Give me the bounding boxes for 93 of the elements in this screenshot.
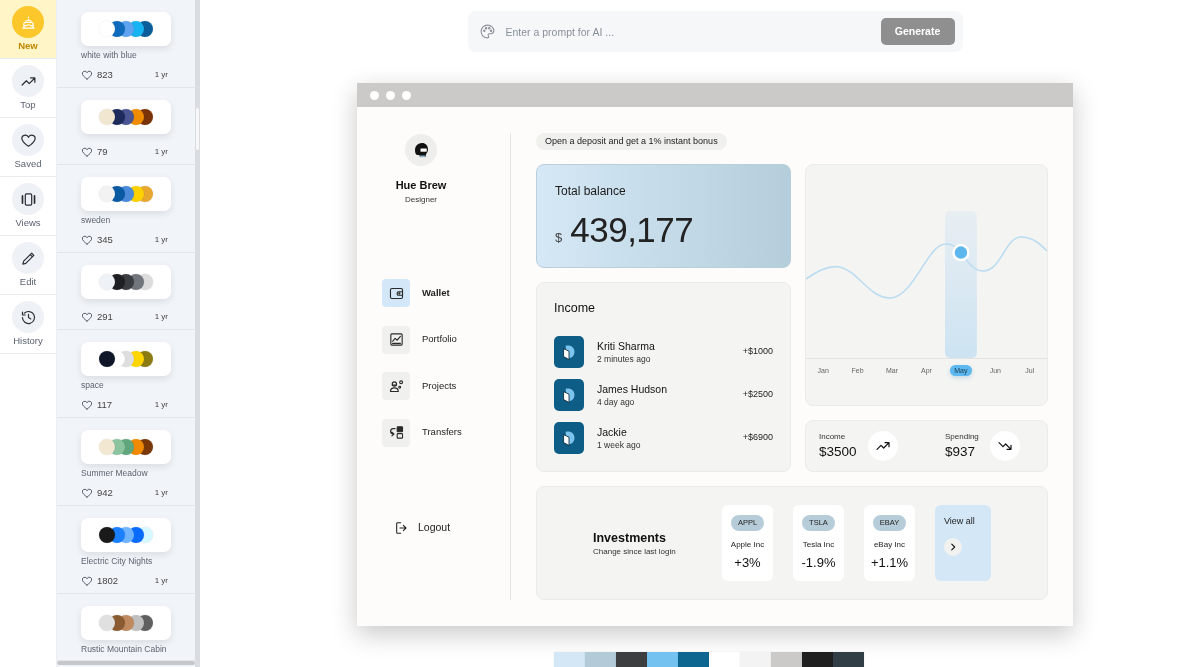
balance-title: Total balance <box>555 184 627 198</box>
wallet-icon <box>382 279 410 307</box>
stat-value: $3500 <box>819 444 857 460</box>
palette-card[interactable] <box>81 430 171 464</box>
logout-button[interactable]: Logout <box>394 519 451 536</box>
window-dot-icon <box>402 90 411 100</box>
like-count: 1802 <box>97 573 119 588</box>
palette-card[interactable] <box>81 100 171 134</box>
trend-up-icon <box>867 431 898 461</box>
palette-card[interactable] <box>81 265 171 299</box>
profile-role: Designer <box>405 195 437 205</box>
payment-amount: +$6900 <box>742 431 773 445</box>
carousel-icon <box>12 183 44 215</box>
menu-item[interactable]: Projects <box>382 372 457 400</box>
profile-name: Hue Brew <box>395 178 447 192</box>
prompt-input[interactable]: Enter a prompt for AI ... <box>505 23 881 40</box>
palette-name: sweden <box>81 214 112 227</box>
currency-symbol: $ <box>555 229 563 247</box>
like-count: 942 <box>97 485 113 500</box>
payment-amount: +$1000 <box>742 345 773 359</box>
payment-amount: +$2500 <box>742 388 773 402</box>
age-label: 1 yr <box>154 234 169 246</box>
window-dot-icon <box>386 90 395 100</box>
heart-icon[interactable] <box>81 311 93 323</box>
age-label: 1 yr <box>154 146 169 158</box>
age-label: 1 yr <box>154 575 169 587</box>
pencil-icon <box>12 242 44 274</box>
palette-card[interactable] <box>81 12 171 46</box>
menu-item[interactable]: Portfolio <box>382 325 457 354</box>
avatar-icon <box>554 379 584 411</box>
payment-time: 2 minutes ago <box>597 353 652 365</box>
heart-icon[interactable] <box>81 69 93 81</box>
trend-up-icon <box>12 65 44 97</box>
scrollbar-thumb[interactable] <box>57 661 195 665</box>
palette-name: Electric City Nights <box>81 555 154 568</box>
age-label: 1 yr <box>154 69 169 81</box>
palette-name: space <box>81 379 105 392</box>
like-count: 291 <box>97 309 113 324</box>
heart-icon[interactable] <box>81 487 93 499</box>
next-button[interactable] <box>944 538 962 556</box>
palette-card[interactable] <box>81 606 171 640</box>
transfer-icon <box>382 418 410 447</box>
palette-name: Rustic Mountain Cabin <box>81 643 168 656</box>
history-icon <box>12 301 44 333</box>
payer-name: Kriti Sharma <box>597 339 655 353</box>
heart-icon[interactable] <box>81 399 93 411</box>
price-change: -1.9% <box>801 555 836 571</box>
age-label: 1 yr <box>154 399 169 411</box>
palette-name: Summer Meadow <box>81 467 149 480</box>
heart-icon[interactable] <box>81 146 93 158</box>
price-change: +1.1% <box>870 555 909 571</box>
palette-card[interactable] <box>81 518 171 552</box>
avatar-icon <box>554 422 584 454</box>
cake-icon <box>12 6 44 38</box>
payment-time: 1 week ago <box>597 439 641 451</box>
palette-card[interactable] <box>81 177 171 211</box>
like-count: 823 <box>97 67 113 82</box>
avatar-icon <box>405 134 437 166</box>
stat-label: Spending <box>945 432 979 442</box>
payer-name: Jackie <box>597 425 628 439</box>
palette-icon <box>478 23 496 40</box>
menu-item[interactable]: Transfers <box>382 418 462 447</box>
people-icon <box>382 372 410 400</box>
palette-card[interactable] <box>81 342 171 376</box>
age-label: 1 yr <box>154 487 169 499</box>
heart-icon[interactable] <box>81 575 93 587</box>
stat-value: $937 <box>945 444 977 460</box>
like-count: 117 <box>97 397 113 412</box>
promo-banner: Open a deposit and get a 1% instant bonus <box>536 133 727 150</box>
company-name: Apple Inc <box>730 540 765 550</box>
data-point-icon <box>952 243 970 262</box>
window-dot-icon <box>370 90 379 100</box>
payment-time: 4 day ago <box>597 396 636 408</box>
investments-subtitle: Change since last login <box>593 546 677 557</box>
like-count: 79 <box>97 144 108 159</box>
stat-label: Income <box>819 432 847 442</box>
palette-name: white with blue <box>81 49 138 62</box>
company-name: eBay Inc <box>873 540 906 550</box>
income-title: Income <box>554 300 596 316</box>
avatar-icon <box>554 336 584 368</box>
age-label: 1 yr <box>154 311 169 323</box>
like-count: 345 <box>97 232 113 247</box>
view-all-link[interactable]: View all <box>944 515 975 527</box>
trend-down-icon <box>989 431 1020 461</box>
heart-icon[interactable] <box>81 234 93 246</box>
company-name: Tesla Inc <box>802 540 835 550</box>
balance-amount: 439,177 <box>570 212 694 248</box>
price-change: +3% <box>734 555 761 571</box>
line-chart-icon <box>382 325 410 354</box>
chevron-right-icon <box>948 542 958 552</box>
payer-name: James Hudson <box>597 382 668 396</box>
investments-title: Investments <box>593 529 667 546</box>
menu-item[interactable]: Wallet <box>382 279 450 307</box>
